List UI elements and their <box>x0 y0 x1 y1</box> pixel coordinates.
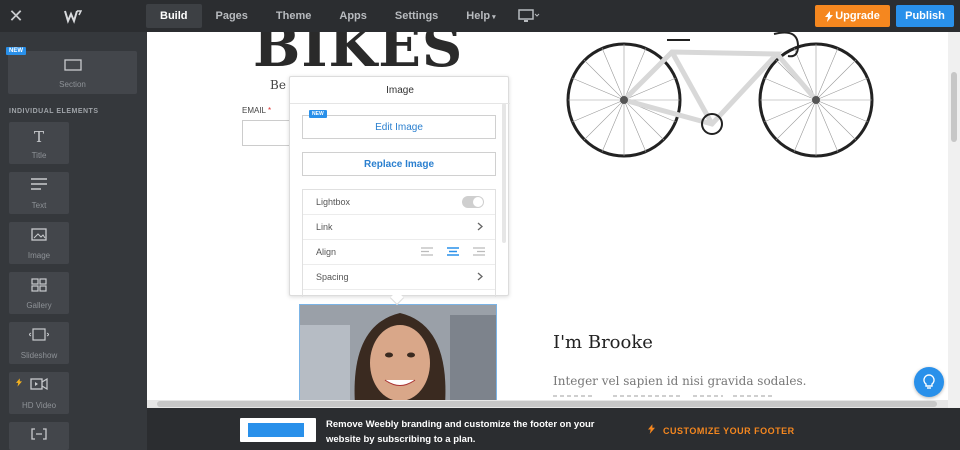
section-element[interactable]: Section <box>8 51 137 94</box>
new-badge: NEW <box>6 47 26 55</box>
spacing-label: Spacing <box>316 272 349 282</box>
tab-theme[interactable]: Theme <box>262 4 325 28</box>
title-element-label: Title <box>31 151 47 160</box>
profile-photo[interactable] <box>299 304 497 400</box>
image-options-list: Lightbox Link Align Spacing <box>302 189 496 297</box>
gallery-element[interactable]: Gallery <box>9 272 69 314</box>
embed-element[interactable] <box>9 422 69 450</box>
image-icon <box>31 228 47 241</box>
email-label-text: EMAIL <box>242 106 266 115</box>
replace-image-button[interactable]: Replace Image <box>302 152 496 176</box>
tab-pages[interactable]: Pages <box>202 4 262 28</box>
align-left-icon[interactable] <box>421 247 433 256</box>
image-settings-popover: Image NEW Edit Image Replace Image Light… <box>289 76 510 306</box>
elements-sidebar: Section NEW INDIVIDUAL ELEMENTS T Title … <box>0 32 147 450</box>
individual-elements-heading: INDIVIDUAL ELEMENTS <box>9 108 99 115</box>
footer-preview-bar <box>248 423 304 437</box>
lightbox-toggle[interactable] <box>462 196 484 208</box>
title-t-icon: T <box>33 128 45 146</box>
popover-title: Image <box>386 85 414 96</box>
footer-message: Remove Weebly branding and customize the… <box>326 419 595 445</box>
link-label: Link <box>316 222 333 232</box>
weebly-logo-icon[interactable] <box>64 7 82 25</box>
chevron-down-icon: ▾ <box>490 14 496 21</box>
tab-help[interactable]: Help ▾ <box>452 4 509 28</box>
device-preview-dropdown[interactable] <box>518 9 540 28</box>
spacing-row[interactable]: Spacing <box>303 265 495 290</box>
about-text[interactable]: Integer vel sapien id nisi gravida sodal… <box>553 374 806 388</box>
hd-video-element[interactable]: HD Video <box>9 372 69 414</box>
text-lines-icon <box>31 178 47 190</box>
text-element-label: Text <box>31 201 47 210</box>
horizontal-scroll-thumb[interactable] <box>157 401 937 407</box>
image-element[interactable]: Image <box>9 222 69 264</box>
gallery-grid-icon <box>31 278 47 292</box>
top-bar: ✕ Build Pages Theme Apps Settings Help ▾… <box>0 0 960 32</box>
slideshow-element-label: Slideshow <box>20 351 58 360</box>
chevron-right-icon <box>477 222 483 231</box>
align-options <box>421 247 485 256</box>
email-label: EMAIL * <box>242 106 271 115</box>
horizontal-scrollbar[interactable] <box>147 400 948 408</box>
publish-button[interactable]: Publish <box>896 5 954 27</box>
footer-upsell-banner: Remove Weebly branding and customize the… <box>147 408 960 450</box>
lightbox-label: Lightbox <box>316 197 351 207</box>
title-element[interactable]: T Title <box>9 122 69 164</box>
desktop-monitor-icon <box>518 9 540 22</box>
close-icon[interactable]: ✕ <box>0 0 32 32</box>
customize-footer-label: CUSTOMIZE YOUR FOOTER <box>663 426 795 436</box>
align-row: Align <box>303 240 495 265</box>
main-nav: Build Pages Theme Apps Settings Help ▾ <box>146 4 510 28</box>
image-element-label: Image <box>27 251 51 260</box>
tab-help-label: Help <box>466 10 491 22</box>
new-badge: NEW <box>309 110 327 118</box>
footer-preview-thumbnail <box>240 418 316 442</box>
text-element[interactable]: Text <box>9 172 69 214</box>
lightning-icon <box>648 424 655 434</box>
page-canvas: BIKES Be EMAIL * I'm Brooke Integer vel … <box>147 32 948 400</box>
chevron-right-icon <box>477 272 483 281</box>
video-camera-icon <box>30 378 48 390</box>
link-row[interactable]: Link <box>303 215 495 240</box>
embed-icon <box>31 428 47 440</box>
align-right-icon[interactable] <box>473 247 485 256</box>
page-title[interactable]: BIKES <box>253 32 463 80</box>
vertical-scroll-thumb[interactable] <box>951 72 957 142</box>
section-icon <box>64 59 82 71</box>
slideshow-element[interactable]: Slideshow <box>9 322 69 364</box>
popover-scrollbar[interactable] <box>502 103 506 243</box>
tab-settings[interactable]: Settings <box>381 4 452 28</box>
about-heading[interactable]: I'm Brooke <box>553 332 653 353</box>
upgrade-label: Upgrade <box>835 10 880 22</box>
help-tips-button[interactable] <box>914 367 944 397</box>
lightning-icon <box>825 10 834 22</box>
required-marker: * <box>267 106 272 115</box>
lightbulb-icon <box>923 374 935 389</box>
lightning-icon <box>16 378 22 387</box>
portrait-image <box>300 305 496 400</box>
lightbox-row: Lightbox <box>303 190 495 215</box>
email-field[interactable] <box>242 120 294 146</box>
tab-build[interactable]: Build <box>146 4 202 28</box>
upgrade-button[interactable]: Upgrade <box>815 5 890 27</box>
slideshow-icon <box>29 328 49 341</box>
section-label: Section <box>59 80 86 89</box>
hd-video-element-label: HD Video <box>21 401 57 410</box>
align-label: Align <box>316 247 337 257</box>
gallery-element-label: Gallery <box>26 301 52 310</box>
vertical-scrollbar[interactable] <box>948 32 960 408</box>
popover-divider <box>290 103 510 104</box>
about-text-overflow <box>553 395 773 397</box>
align-center-icon[interactable] <box>447 247 459 256</box>
tab-apps[interactable]: Apps <box>325 4 381 28</box>
customize-footer-link[interactable]: CUSTOMIZE YOUR FOOTER <box>648 424 795 436</box>
bicycle-image[interactable] <box>562 32 882 170</box>
edit-image-button[interactable]: Edit Image <box>302 115 496 139</box>
page-subtitle[interactable]: Be <box>270 78 286 92</box>
